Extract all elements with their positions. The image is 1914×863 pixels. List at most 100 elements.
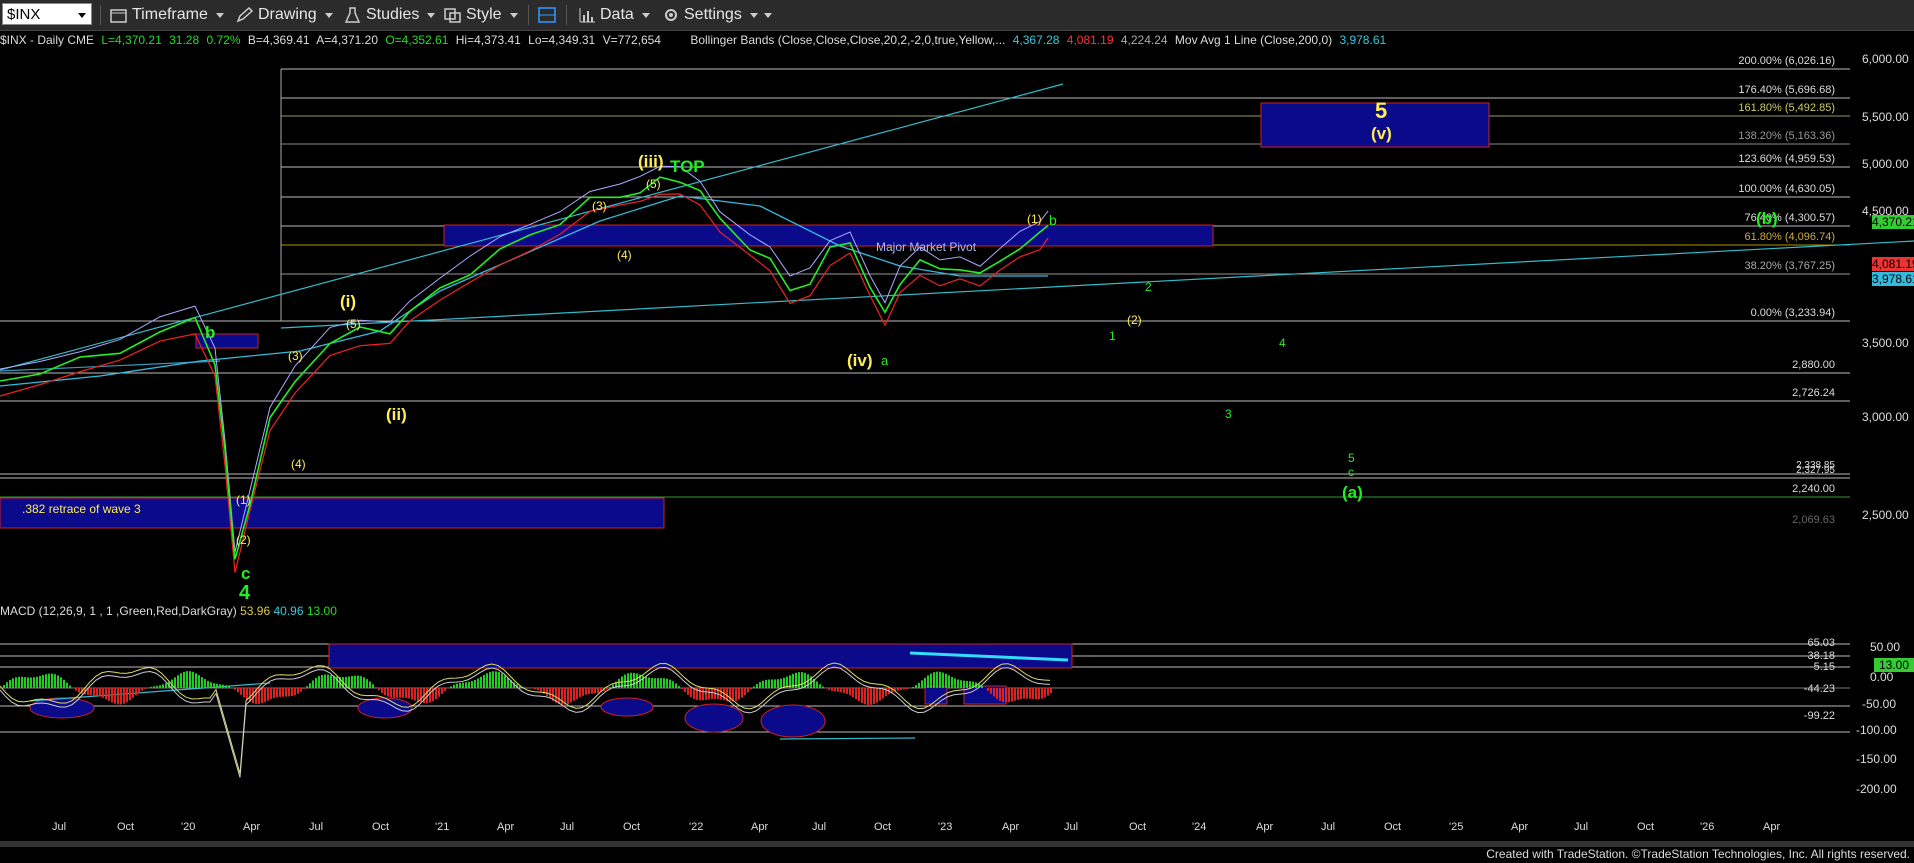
wave-b-paren-label: (b) [1756,209,1778,228]
wave-i-label: (i) [340,292,357,311]
volume-value: V=772,654 [602,33,661,47]
bollinger-lower: 4,081.19 [1066,33,1114,47]
footer-copyright: Created with TradeStation. ©TradeStation… [1486,847,1910,861]
fib-label: 38.20% (3,767.25) [1744,260,1835,272]
x-tick-label: Oct [117,821,135,833]
high-value: Hi=4,373.41 [455,33,521,47]
wave-5p-label: (5) [646,177,661,191]
chevron-down-icon[interactable] [78,13,86,18]
wave-5-label: 5 [1375,98,1388,123]
data-menu[interactable]: Data [578,0,650,30]
ma-badge: 3,978.61 [1872,272,1914,286]
chevron-down-icon [509,12,518,18]
x-tick-label: Apr [751,821,769,833]
wave-2p-label: (2) [236,533,251,547]
x-tick-label: Jul [1574,821,1589,833]
wave-3p-label: (3) [288,349,303,363]
change-value: 31.28 [169,33,200,47]
chevron-down-icon [324,12,333,18]
macd-value: 53.96 [240,604,271,618]
fib-label: 61.80% (4,096.74) [1744,231,1835,243]
wave-c-small-label: c [1348,465,1354,479]
studies-menu[interactable]: Studies [344,0,436,30]
studies-label: Studies [366,6,420,23]
bar-chart-icon [579,8,595,23]
wave-a-paren-label: (a) [1342,483,1363,502]
x-tick-label: '20 [181,821,196,833]
wave-5p-label: (5) [346,317,361,331]
calendar-icon [110,9,127,23]
x-tick-label: Oct [1129,821,1147,833]
toolbar-divider [100,5,101,25]
fib-label: 100.00% (4,630.05) [1738,183,1835,195]
drawing-menu[interactable]: Drawing [236,0,333,30]
layout-button[interactable] [538,0,560,30]
x-tick-label: Jul [52,821,67,833]
fib-label: 161.80% (5,492.85) [1738,102,1835,114]
path-5-label: 5 [1348,451,1355,465]
wave-2p-label: (2) [1127,313,1142,327]
symbol-info: $INX - Daily CME [0,33,95,47]
path-2-label: 2 [1145,280,1152,294]
wave-1p-label: (1) [236,493,251,507]
x-tick-label: Apr [243,821,261,833]
toolbar: $INX Timeframe Drawing Studies Style Dat… [0,0,1914,31]
bollinger-mid: 4,224.24 [1120,33,1168,47]
x-tick-label: Jul [309,821,324,833]
chart-area[interactable]: $INX - Daily CME L=4,370.21 31.28 0.72% … [0,31,1914,840]
symbol-value: $INX [7,6,41,23]
timeframe-label: Timeframe [132,6,208,23]
timeframe-menu[interactable]: Timeframe [110,0,224,30]
wave-4p-label: (4) [291,457,306,471]
style-label: Style [466,6,502,23]
top-label: TOP [670,157,705,176]
x-tick-label: '22 [689,821,704,833]
level-label: 2,327.95 [1796,465,1835,476]
chevron-down-icon [763,12,772,18]
x-tick-label: Apr [1002,821,1020,833]
price-tick: 2,500.00 [1862,508,1909,522]
level-label: 2,726.24 [1792,387,1835,399]
fib-label: 138.20% (5,163.36) [1738,130,1835,142]
fib-label: 200.00% (6,026.16) [1738,55,1835,67]
low-value: Lo=4,349.31 [528,33,596,47]
macd-title: MACD (12,26,9, 1 , 1 ,Green,Red,DarkGray… [0,604,237,618]
macd-level-label: -99.22 [1803,710,1835,722]
symbol-input[interactable]: $INX [2,3,92,25]
settings-menu[interactable]: Settings [662,0,772,30]
x-tick-label: '23 [938,821,953,833]
macd-diff-value: 13.00 [306,604,337,618]
level-label: 2,069.63 [1792,514,1835,526]
x-tick-label: Oct [372,821,390,833]
x-tick-label: Oct [1637,821,1655,833]
pencil-icon [236,7,254,23]
wave-iv-label: (iv) [847,351,873,370]
path-4-label: 4 [1279,336,1286,350]
layout-icon [538,7,556,23]
style-icon [444,8,461,23]
x-tick-label: Jul [812,821,827,833]
macd-level-label: -44.23 [1803,683,1835,695]
fib-label: 123.60% (4,959.53) [1738,153,1835,165]
toolbar-divider [528,5,529,25]
x-tick-label: Apr [497,821,515,833]
path-1-label: 1 [1109,329,1116,343]
settings-label: Settings [684,6,742,23]
x-tick-label: '25 [1449,821,1464,833]
price-pane[interactable] [0,31,1914,601]
ask-value: A=4,371.20 [316,33,378,47]
wave-b-label: b [205,323,216,342]
ma-title: Mov Avg 1 Line (Close,200,0) [1174,33,1333,47]
macd-tick: -50.00 [1862,697,1897,711]
price-header: $INX - Daily CME L=4,370.21 31.28 0.72% … [0,33,1390,47]
data-label: Data [600,6,634,23]
style-menu[interactable]: Style [444,0,518,30]
drawing-label: Drawing [258,6,317,23]
wave-iii-label: (iii) [638,152,664,171]
macd-pane[interactable] [0,601,1914,841]
macd-signal-line [0,666,1051,778]
price-tick: 3,500.00 [1862,336,1909,350]
price-tick: 6,000.00 [1862,52,1909,66]
path-3-label: 3 [1225,407,1232,421]
macd-header: MACD (12,26,9, 1 , 1 ,Green,Red,DarkGray… [0,604,337,618]
